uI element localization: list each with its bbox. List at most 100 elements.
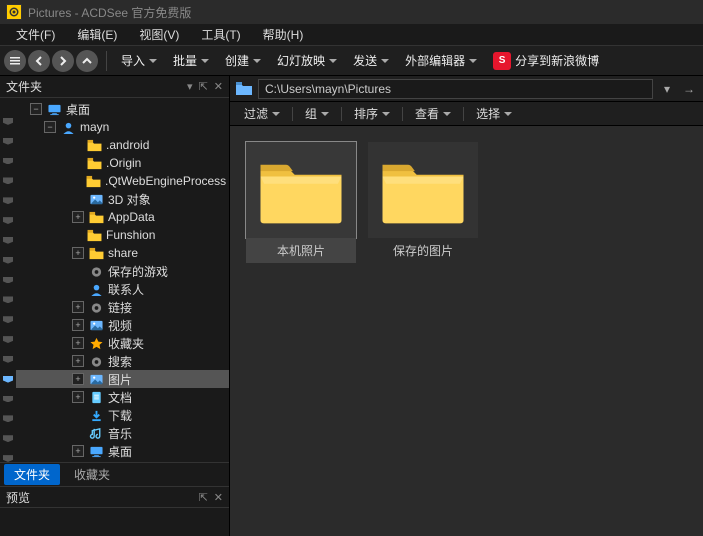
external-editor-dropdown[interactable]: 外部编辑器 <box>399 50 483 71</box>
bookmark-marker[interactable] <box>3 277 13 284</box>
weibo-icon: S <box>493 52 511 70</box>
tree-node[interactable]: 3D 对象 <box>16 190 229 208</box>
tree-node-label: 图片 <box>108 371 132 388</box>
tree-node[interactable]: 保存的游戏 <box>16 262 229 280</box>
expand-icon[interactable]: + <box>72 445 84 457</box>
path-input[interactable] <box>258 79 653 99</box>
bookmark-marker[interactable] <box>3 376 13 383</box>
bookmark-marker[interactable] <box>3 296 13 303</box>
thumbnail-grid[interactable]: 本机照片保存的图片 <box>230 126 703 536</box>
bookmark-marker[interactable] <box>3 356 13 363</box>
tree-node[interactable]: +链接 <box>16 298 229 316</box>
bookmark-marker[interactable] <box>3 118 13 125</box>
group-dropdown[interactable]: 组 <box>299 103 335 124</box>
tree-node[interactable]: 下载 <box>16 406 229 424</box>
close-icon[interactable]: ✕ <box>214 491 223 504</box>
tree-node[interactable]: −mayn <box>16 118 229 136</box>
collapse-icon[interactable]: − <box>44 121 56 133</box>
tree-node-label: .QtWebEngineProcess <box>105 174 226 188</box>
pin-icon[interactable]: ⇱ <box>199 491 208 504</box>
tree-node[interactable]: 联系人 <box>16 280 229 298</box>
back-button[interactable] <box>28 50 50 72</box>
bookmark-marker[interactable] <box>3 138 13 145</box>
chevron-down-icon <box>272 112 280 116</box>
forward-button[interactable] <box>52 50 74 72</box>
create-dropdown[interactable]: 创建 <box>219 50 267 71</box>
bookmark-marker[interactable] <box>3 217 13 224</box>
gear-icon <box>88 300 104 314</box>
tree-node[interactable]: +视频 <box>16 316 229 334</box>
expand-icon[interactable]: + <box>72 391 84 403</box>
tree-node[interactable]: +share <box>16 244 229 262</box>
toolbar: 导入 批量 创建 幻灯放映 发送 外部编辑器 S 分享到新浪微博 <box>0 46 703 76</box>
chevron-down-icon <box>321 112 329 116</box>
tree-node[interactable]: + 文档 <box>16 388 229 406</box>
menu-button[interactable] <box>4 50 26 72</box>
expand-icon[interactable]: + <box>72 373 84 385</box>
sort-dropdown[interactable]: 排序 <box>348 103 396 124</box>
folder-tree[interactable]: −桌面−mayn .android .Origin .QtWebEngineProce… <box>16 98 229 462</box>
titlebar: Pictures - ACDSee 官方免费版 <box>0 0 703 24</box>
menu-item[interactable]: 编辑(E) <box>67 24 127 45</box>
bookmark-marker[interactable] <box>3 396 13 403</box>
menu-item[interactable]: 工具(T) <box>191 24 250 45</box>
tree-node[interactable]: .Origin <box>16 154 229 172</box>
expand-icon[interactable]: + <box>72 319 84 331</box>
select-dropdown[interactable]: 选择 <box>470 103 518 124</box>
bookmark-marker[interactable] <box>3 257 13 264</box>
pin-icon[interactable]: ⇱ <box>199 80 208 93</box>
bookmark-marker[interactable] <box>3 158 13 165</box>
collapse-icon[interactable]: − <box>30 103 42 115</box>
bookmark-marker[interactable] <box>3 237 13 244</box>
tab-folders[interactable]: 文件夹 <box>4 464 60 485</box>
tab-favorites[interactable]: 收藏夹 <box>64 464 120 485</box>
up-button[interactable] <box>76 50 98 72</box>
tree-node[interactable]: + 图片 <box>16 370 229 388</box>
tree-node[interactable]: .QtWebEngineProcess <box>16 172 229 190</box>
tree-node[interactable]: +收藏夹 <box>16 334 229 352</box>
folder-thumbnail[interactable]: 保存的图片 <box>368 142 478 263</box>
view-dropdown[interactable]: 查看 <box>409 103 457 124</box>
import-dropdown[interactable]: 导入 <box>115 50 163 71</box>
batch-dropdown[interactable]: 批量 <box>167 50 215 71</box>
tree-node-label: Funshion <box>106 228 155 242</box>
bookmark-marker[interactable] <box>3 415 13 422</box>
bookmark-marker[interactable] <box>3 435 13 442</box>
menu-item[interactable]: 帮助(H) <box>253 24 314 45</box>
filter-dropdown[interactable]: 过滤 <box>238 103 286 124</box>
panel-tabs: 文件夹 收藏夹 <box>0 462 229 486</box>
expand-icon[interactable]: + <box>72 337 84 349</box>
tree-node[interactable]: +AppData <box>16 208 229 226</box>
slideshow-dropdown[interactable]: 幻灯放映 <box>271 50 343 71</box>
expand-icon[interactable]: + <box>72 355 84 367</box>
share-weibo-button[interactable]: S 分享到新浪微博 <box>487 50 605 72</box>
tree-node-label: 音乐 <box>108 425 132 442</box>
menu-item[interactable]: 文件(F) <box>6 24 65 45</box>
tree-node[interactable]: +桌面 <box>16 442 229 460</box>
bookmark-marker[interactable] <box>3 336 13 343</box>
tree-node[interactable]: Funshion <box>16 226 229 244</box>
bookmark-marker[interactable] <box>3 316 13 323</box>
bookmark-marker[interactable] <box>3 177 13 184</box>
tree-node[interactable]: .android <box>16 136 229 154</box>
tree-node-label: .android <box>106 138 149 152</box>
expand-icon[interactable]: + <box>72 301 84 313</box>
bookmark-strip <box>0 98 16 462</box>
path-dropdown-icon[interactable]: ▾ <box>659 82 675 96</box>
tree-node-label: 文档 <box>108 389 132 406</box>
close-icon[interactable]: ✕ <box>214 80 223 93</box>
tree-node[interactable]: +搜索 <box>16 352 229 370</box>
folder-thumbnail[interactable]: 本机照片 <box>246 142 356 263</box>
send-dropdown[interactable]: 发送 <box>347 50 395 71</box>
bookmark-marker[interactable] <box>3 455 13 462</box>
go-button[interactable]: → <box>681 82 697 96</box>
tree-node[interactable]: −桌面 <box>16 100 229 118</box>
pathbar: ▾ → <box>230 76 703 102</box>
expand-icon[interactable]: + <box>72 211 84 223</box>
menu-item[interactable]: 视图(V) <box>129 24 189 45</box>
tree-node-label: 保存的游戏 <box>108 263 168 280</box>
bookmark-marker[interactable] <box>3 197 13 204</box>
expand-icon[interactable]: + <box>72 247 84 259</box>
tree-node[interactable]: 音乐 <box>16 424 229 442</box>
panel-menu-icon[interactable]: ▾ <box>187 80 193 93</box>
